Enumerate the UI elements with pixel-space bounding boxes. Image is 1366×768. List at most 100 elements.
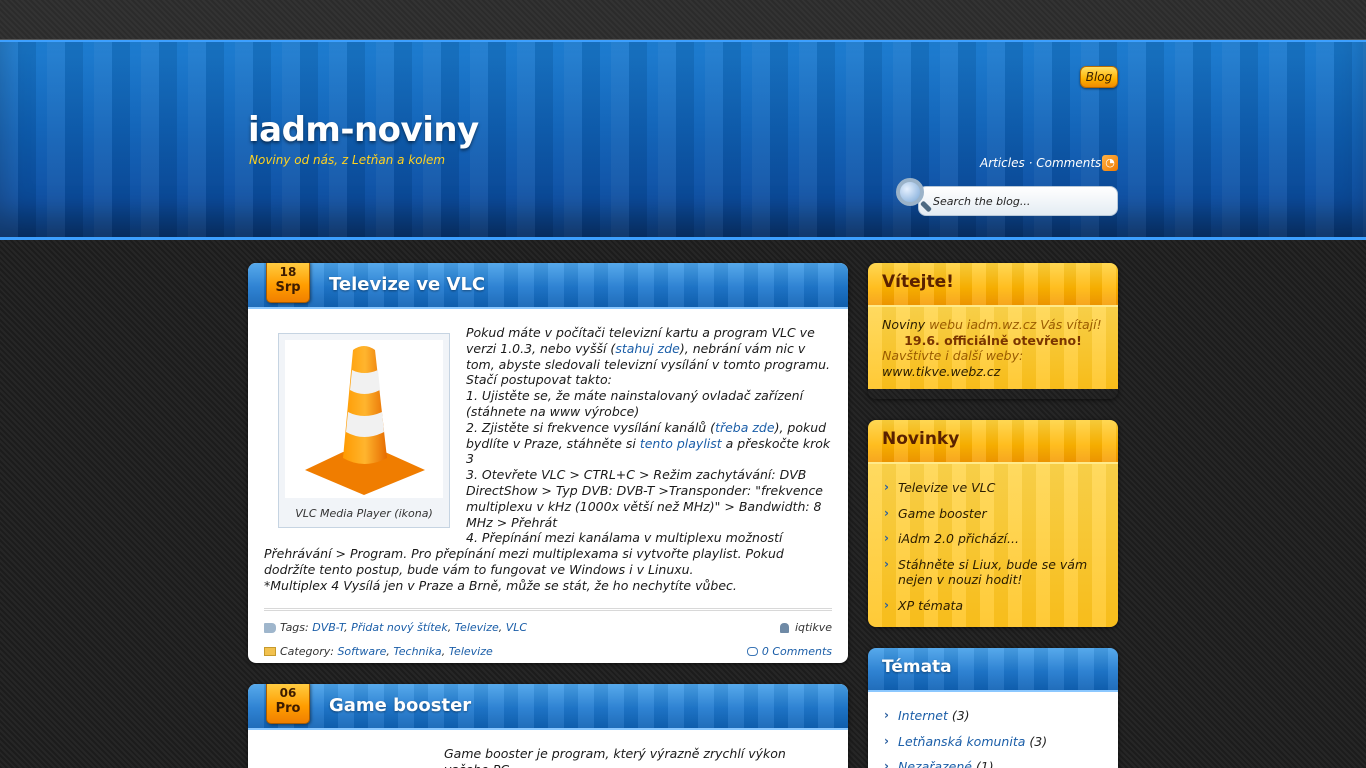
step-3: 3. Otevřete VLC > CTRL+C > Režim zachytá… bbox=[466, 467, 824, 530]
date-month: Srp bbox=[275, 280, 301, 295]
news-item[interactable]: › iAdm 2.0 přichází... bbox=[882, 531, 1104, 547]
category-label: Category: bbox=[280, 644, 334, 658]
chevron-right-icon: › bbox=[884, 531, 889, 545]
topic-count: (3) bbox=[1029, 733, 1048, 749]
widget-title: Vítejte! bbox=[868, 263, 1118, 307]
text-segment: Vás vítají! bbox=[1036, 317, 1102, 332]
rss-icon[interactable]: ◔ bbox=[1102, 155, 1118, 171]
search-input[interactable] bbox=[918, 186, 1118, 216]
tag-link[interactable]: VLC bbox=[506, 621, 527, 634]
image-caption: VLC Media Player (ikona) bbox=[295, 507, 433, 520]
chevron-right-icon: › bbox=[884, 759, 889, 768]
tags-label: Tags: bbox=[280, 620, 309, 634]
category-link[interactable]: Software bbox=[337, 645, 386, 658]
site-header bbox=[0, 40, 1366, 240]
articles-link[interactable]: Articles bbox=[980, 156, 1025, 170]
chevron-right-icon: › bbox=[884, 708, 889, 722]
topics-list: › Internet (3) › Letňanská komunita (3) › N… bbox=[868, 692, 1118, 768]
welcome-body: Noviny webu iadm.wz.cz Vás vítají! 19.6.… bbox=[868, 307, 1118, 389]
post-header: 06 Pro Game booster bbox=[248, 684, 848, 730]
chevron-right-icon: › bbox=[884, 556, 889, 571]
post-image-figure: VLC Media Player (ikona) bbox=[278, 333, 450, 528]
post-note: *Multiplex 4 Vysílá jen v Praze a Brně, … bbox=[264, 577, 737, 593]
header-separator: · bbox=[1028, 156, 1033, 170]
post-meta: Tags: DVB-T, Přidat nový štítek, Televiz… bbox=[264, 607, 832, 663]
tag-link[interactable]: Televize bbox=[455, 621, 499, 634]
comments-link[interactable]: Comments bbox=[1036, 156, 1101, 170]
news-item-label[interactable]: XP témata bbox=[898, 598, 963, 613]
chevron-right-icon: › bbox=[884, 505, 889, 520]
author-block: iqtikve bbox=[779, 617, 832, 639]
tags-row: Tags: DVB-T, Přidat nový štítek, Televiz… bbox=[264, 617, 832, 641]
topic-link[interactable]: Internet bbox=[898, 708, 948, 723]
topic-item[interactable]: › Nezařazené (1) bbox=[882, 759, 1104, 768]
news-widget: Novinky › Televize ve VLC › Game booster ›… bbox=[868, 420, 1118, 627]
user-icon bbox=[779, 622, 789, 633]
post-text: Game booster je program, který výrazně z… bbox=[444, 746, 786, 768]
search-box bbox=[896, 178, 1118, 216]
widget-title: Novinky bbox=[868, 420, 1118, 464]
visit-note: Navštivte i další weby: bbox=[882, 348, 1024, 363]
tag-link[interactable]: DVB-T bbox=[312, 621, 344, 634]
news-item-label[interactable]: Televize ve VLC bbox=[898, 480, 995, 495]
comments-block: 0 Comments bbox=[746, 641, 832, 663]
news-item-label[interactable]: iAdm 2.0 přichází... bbox=[898, 531, 1019, 546]
text-segment: Noviny bbox=[882, 317, 930, 332]
date-day: 06 bbox=[279, 686, 297, 700]
author-name[interactable]: iqtikve bbox=[795, 621, 832, 634]
step-1: 1. Ujistěte se, že máte nainstalovaný ov… bbox=[466, 388, 804, 419]
tag-icon bbox=[264, 622, 276, 633]
date-month: Pro bbox=[275, 701, 301, 716]
date-day: 18 bbox=[279, 265, 297, 279]
header-links: Articles · Comments bbox=[980, 156, 1101, 170]
chevron-right-icon: › bbox=[884, 733, 889, 748]
news-item[interactable]: › XP témata bbox=[882, 598, 1104, 614]
news-item-label[interactable]: Game booster bbox=[898, 506, 987, 521]
category-link[interactable]: Televize bbox=[449, 645, 493, 658]
blog-button[interactable]: Blog bbox=[1080, 66, 1118, 88]
text-segment: 2. Zjistěte si frekvence vysílání kanálů… bbox=[466, 419, 716, 435]
news-item[interactable]: › Game booster bbox=[882, 506, 1104, 522]
playlist-link[interactable]: tento playlist bbox=[640, 436, 722, 451]
date-badge: 06 Pro bbox=[266, 684, 310, 724]
tag-link[interactable]: Přidat nový štítek bbox=[351, 621, 448, 634]
topic-link[interactable]: Nezařazené bbox=[898, 759, 972, 768]
welcome-widget: Vítejte! Noviny webu iadm.wz.cz Vás víta… bbox=[868, 263, 1118, 399]
download-link[interactable]: stahuj zde bbox=[615, 341, 680, 356]
topic-count: (1) bbox=[975, 759, 994, 768]
topics-widget: Témata › Internet (3) › Letňanská komunita… bbox=[868, 648, 1118, 768]
post-body: VLC Media Player (ikona) Pokud máte v po… bbox=[248, 309, 848, 594]
widget-title: Témata bbox=[868, 648, 1118, 692]
post-header: 18 Srp Televize ve VLC bbox=[248, 263, 848, 309]
post-title[interactable]: Game booster bbox=[329, 695, 471, 716]
frequency-link[interactable]: třeba zde bbox=[715, 420, 775, 435]
top-band bbox=[0, 0, 1366, 40]
topic-item[interactable]: › Letňanská komunita (3) bbox=[882, 734, 1104, 750]
chevron-right-icon: › bbox=[884, 480, 889, 494]
other-site-link[interactable]: www.tikve.webz.cz bbox=[882, 364, 1000, 379]
category-row: Category: Software, Technika, Televize 0… bbox=[264, 641, 832, 663]
news-item[interactable]: › Stáhněte si Liux, bude se vám nejen v n… bbox=[882, 557, 1104, 588]
post-title[interactable]: Televize ve VLC bbox=[329, 274, 485, 295]
comment-icon bbox=[746, 647, 758, 657]
news-list: › Televize ve VLC › Game booster › iAdm 2.0… bbox=[868, 464, 1118, 627]
site-tagline: Noviny od nás, z Letňan a kolem bbox=[249, 153, 446, 167]
site-title[interactable]: iadm-noviny bbox=[248, 110, 479, 150]
step-4: 4. Přepínání mezi kanálama v multiplexu … bbox=[264, 530, 784, 577]
topic-count: (3) bbox=[951, 708, 970, 723]
news-item[interactable]: › Televize ve VLC bbox=[882, 480, 1104, 496]
post-body: Game booster je program, který výrazně z… bbox=[248, 730, 848, 768]
news-item-label[interactable]: Stáhněte si Liux, bude se vám nejen v no… bbox=[898, 557, 1087, 588]
comments-count-link[interactable]: 0 Comments bbox=[762, 645, 832, 658]
vlc-cone-image[interactable] bbox=[285, 340, 443, 498]
category-link[interactable]: Technika bbox=[393, 645, 441, 658]
search-icon[interactable] bbox=[896, 178, 924, 206]
site-link[interactable]: webu iadm.wz.cz bbox=[929, 317, 1036, 332]
opening-note: 19.6. officiálně otevřeno! bbox=[904, 332, 1082, 348]
topic-item[interactable]: › Internet (3) bbox=[882, 708, 1104, 724]
post: 06 Pro Game booster Game booster je prog… bbox=[248, 684, 848, 768]
chevron-right-icon: › bbox=[884, 597, 889, 612]
folder-icon bbox=[264, 647, 276, 657]
topic-link[interactable]: Letňanská komunita bbox=[898, 734, 1025, 749]
date-badge: 18 Srp bbox=[266, 263, 310, 303]
